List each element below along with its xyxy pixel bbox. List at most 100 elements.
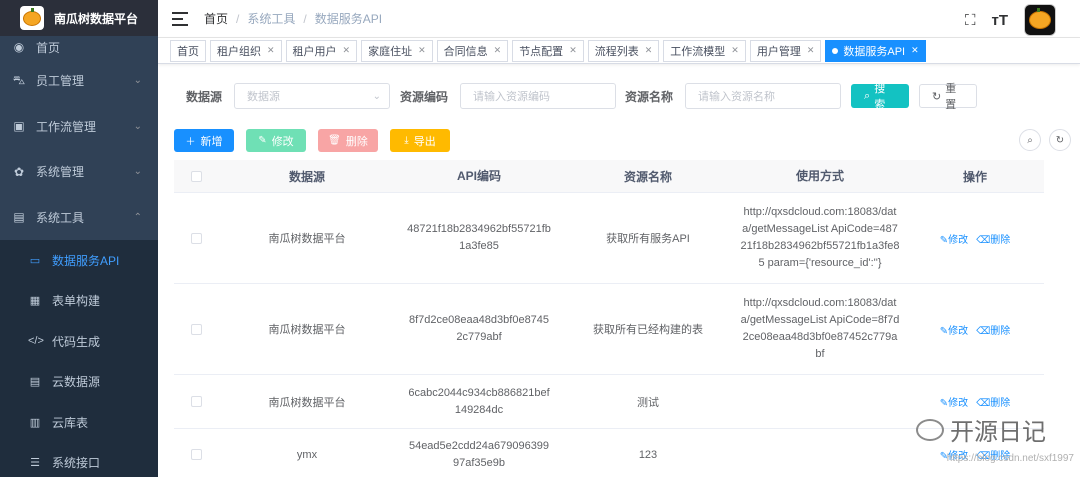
row-checkbox-cell: [174, 449, 218, 460]
dashboard-icon: ◉: [13, 40, 25, 54]
close-icon[interactable]: ✕: [731, 45, 739, 56]
row-edit-label: 修改: [948, 234, 969, 246]
tag-tenant-org[interactable]: 租户组织 ✕: [210, 39, 282, 62]
code-input[interactable]: 请输入资源编码: [460, 83, 617, 109]
sidebar-item-codegen[interactable]: </> 代码生成: [0, 321, 158, 362]
tag-process-list[interactable]: 流程列表 ✕: [587, 39, 660, 62]
watermark: 开源日记: [916, 412, 1046, 447]
avatar[interactable]: [1024, 4, 1056, 36]
table-header: 数据源 API编码 资源名称 使用方式 操作: [174, 160, 1044, 193]
close-icon[interactable]: ✕: [645, 45, 653, 56]
sidebar-item-data-api[interactable]: ▭ 数据服务API: [0, 240, 158, 281]
tag-workflow-model[interactable]: 工作流模型 ✕: [663, 39, 746, 62]
chevron-down-icon: ⌄: [133, 120, 142, 132]
search-icon: ⌕: [864, 89, 871, 102]
source-select[interactable]: 数据源 ⌄: [234, 83, 391, 109]
cell-actions: ✎修改 ⌫删除: [906, 231, 1044, 246]
close-icon[interactable]: ✕: [494, 45, 502, 56]
tag-home-address[interactable]: 家庭住址 ✕: [361, 39, 433, 62]
refresh-button[interactable]: ↻: [1049, 129, 1071, 151]
nav-right: ⛶ ᴛT: [965, 4, 1056, 36]
tag-contract[interactable]: 合同信息 ✕: [436, 39, 509, 62]
sidebar-item-home[interactable]: ◉ 首页: [0, 36, 158, 58]
export-button[interactable]: ⤓ 导出: [390, 129, 450, 152]
sidebar-item-label: 云数据源: [52, 375, 101, 390]
sidebar-item-label: 系统接口: [52, 456, 101, 471]
close-icon[interactable]: ✕: [267, 45, 275, 56]
tag-label: 用户管理: [756, 45, 801, 58]
hamburger-icon[interactable]: [172, 11, 188, 26]
toggle-search-button[interactable]: ⌕: [1019, 129, 1041, 151]
cell-resource-name: 测试: [637, 396, 659, 409]
cell-api-code: 54ead5e2cdd24a67909639997af35e9b: [408, 439, 550, 469]
trash-icon: ⌫: [976, 325, 991, 337]
tag-label: 节点配置: [519, 45, 564, 58]
tag-tenant-user[interactable]: 租户用户 ✕: [285, 39, 358, 62]
row-edit-link[interactable]: ✎修改: [940, 231, 968, 246]
row-edit-label: 修改: [948, 398, 969, 409]
sidebar-item-cloud-datasource[interactable]: ▤ 云数据源: [0, 362, 158, 403]
tag-node-config[interactable]: 节点配置 ✕: [512, 39, 584, 62]
row-delete-link[interactable]: ⌫删除: [976, 394, 1010, 409]
row-edit-link[interactable]: ✎修改: [940, 322, 968, 337]
cell-api-code: 8f7d2ce08eaa48d3bf0e87452c779abf: [408, 314, 550, 343]
close-icon[interactable]: ✕: [569, 45, 577, 56]
sidebar-item-system[interactable]: ✿ 系统管理 ⌄: [0, 149, 158, 195]
sidebar-item-tools[interactable]: ▤ 系统工具 ⌃: [0, 195, 158, 241]
row-checkbox[interactable]: [190, 232, 202, 244]
chevron-up-icon: ⌃: [133, 211, 142, 223]
header-source: 数据源: [288, 169, 325, 184]
row-edit-link[interactable]: ✎修改: [940, 394, 968, 409]
code-icon: </>: [28, 335, 44, 348]
chevron-down-icon: ⌄: [372, 90, 382, 102]
edit-icon: ✎: [939, 234, 949, 246]
form-icon: ▦: [29, 295, 41, 308]
sidebar-item-workflow[interactable]: ▣ 工作流管理 ⌄: [0, 104, 158, 150]
add-button[interactable]: ＋ 新增: [174, 129, 234, 152]
sidebar-item-label: 首页: [36, 40, 61, 55]
row-delete-link[interactable]: ⌫删除: [976, 322, 1010, 337]
reset-button-label: 重置: [945, 83, 957, 111]
name-input[interactable]: 请输入资源名称: [685, 83, 842, 109]
row-delete-link[interactable]: ⌫删除: [976, 231, 1010, 246]
font-size-icon[interactable]: ᴛT: [991, 12, 1008, 29]
header-api-code: API编码: [456, 168, 501, 183]
breadcrumb: 首页 / 系统工具 / 数据服务API: [204, 10, 382, 27]
fullscreen-icon[interactable]: ⛶: [965, 12, 976, 29]
delete-button[interactable]: 🗑 删除: [318, 129, 378, 152]
submenu-tools: ▭ 数据服务API ▦ 表单构建 </> 代码生成 ▤ 云数据源 ▥ 云库表 ☰…: [0, 240, 158, 477]
code-placeholder: 请输入资源编码: [473, 91, 551, 103]
row-checkbox[interactable]: [190, 449, 202, 460]
plus-icon: ＋: [185, 137, 196, 148]
breadcrumb-home[interactable]: 首页: [204, 10, 228, 27]
api-table: 数据源 API编码 资源名称 使用方式 操作 南瓜树数据平台 48721f18b…: [174, 160, 1044, 477]
download-icon: ⤓: [404, 135, 409, 146]
tag-home[interactable]: 首页: [170, 39, 206, 62]
cell-usage: http://qxsdcloud.com:18083/data/getMessa…: [740, 206, 900, 269]
close-icon[interactable]: ✕: [343, 45, 351, 56]
breadcrumb-current: 数据服务API: [314, 12, 383, 26]
row-checkbox[interactable]: [190, 396, 202, 407]
select-all-checkbox[interactable]: [190, 170, 202, 182]
tag-data-api[interactable]: 数据服务API ✕: [825, 39, 926, 62]
search-button[interactable]: ⌕ 搜索: [851, 83, 910, 111]
trash-icon: ⌫: [976, 234, 991, 246]
close-icon[interactable]: ✕: [418, 45, 426, 56]
sidebar-item-label: 表单构建: [52, 294, 101, 309]
trash-icon: ⌫: [976, 398, 991, 409]
table-row: ymx 54ead5e2cdd24a67909639997af35e9b 123…: [174, 429, 1044, 477]
sidebar-item-staff[interactable]: ⛍ 员工管理 ⌄: [0, 58, 158, 104]
brand-title: 南瓜树数据平台: [54, 11, 139, 26]
sidebar-item-form-build[interactable]: ▦ 表单构建: [0, 281, 158, 322]
close-icon[interactable]: ✕: [911, 45, 919, 56]
row-checkbox[interactable]: [190, 323, 202, 335]
reset-button[interactable]: ↻ 重置: [919, 83, 978, 111]
edit-icon: ✎: [939, 398, 949, 409]
tag-user-manage[interactable]: 用户管理 ✕: [749, 39, 822, 62]
tag-label: 租户组织: [217, 45, 261, 58]
sidebar-item-cloud-table[interactable]: ▥ 云库表: [0, 402, 158, 443]
close-icon[interactable]: ✕: [807, 45, 815, 56]
sidebar-item-system-api[interactable]: ☰ 系统接口: [0, 443, 158, 477]
edit-button[interactable]: ✎ 修改: [246, 129, 306, 152]
cell-source: 南瓜树数据平台: [268, 324, 346, 336]
